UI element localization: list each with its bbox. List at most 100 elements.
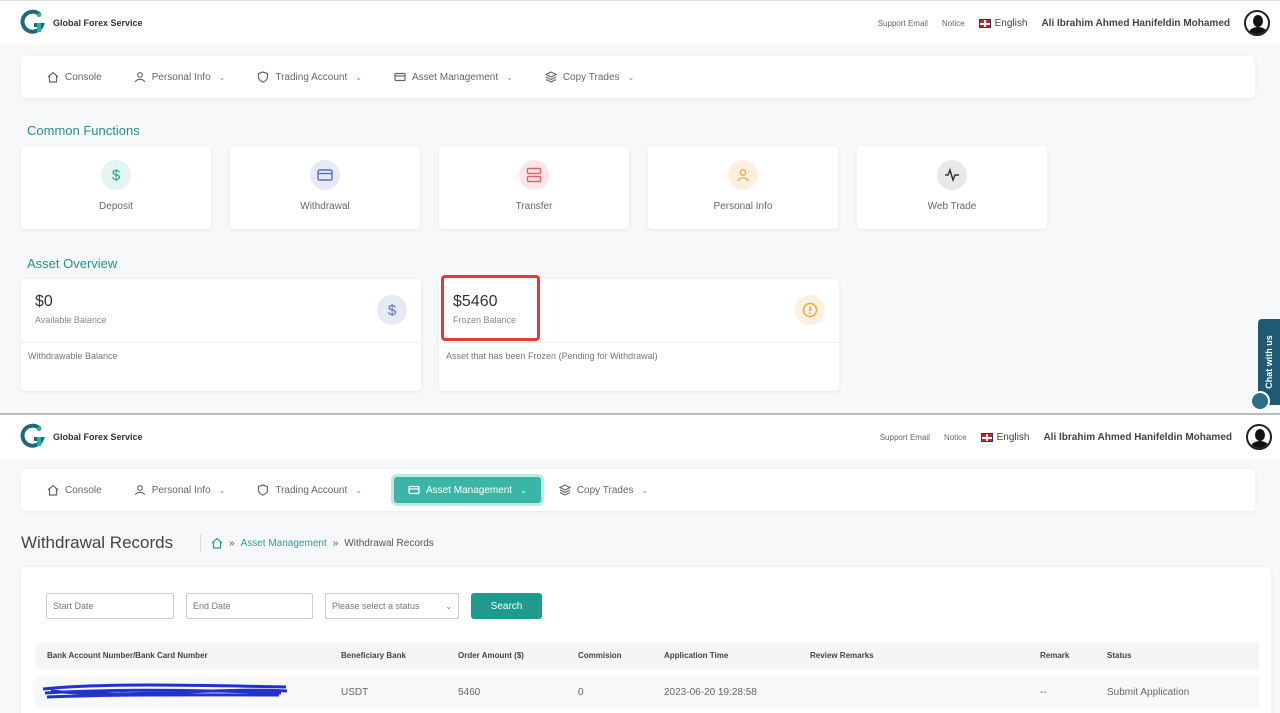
asset-overview-title: Asset Overview bbox=[27, 256, 118, 271]
personal-info-label: Personal Info bbox=[713, 201, 773, 212]
web-trade-card[interactable]: Web Trade bbox=[857, 146, 1047, 229]
dashboard-screen: Global Forex Service Support Email Notic… bbox=[0, 0, 1280, 413]
chat-label: Chat with us bbox=[1264, 335, 1274, 389]
language-selector[interactable]: English bbox=[980, 431, 1030, 443]
chevron-down-icon: ⌄ bbox=[506, 72, 513, 82]
top-bar: Global Forex Service Support Email Notic… bbox=[0, 415, 1280, 459]
nav-console[interactable]: Console bbox=[47, 64, 116, 90]
card-icon bbox=[394, 72, 406, 82]
annotation-highlight bbox=[441, 275, 540, 341]
end-date-field[interactable]: End Date bbox=[186, 593, 313, 619]
nav-personal-info[interactable]: Personal Info ⌄ bbox=[134, 477, 240, 503]
withdrawal-label: Withdrawal bbox=[300, 201, 350, 212]
nav-trading-account[interactable]: Trading Account ⌄ bbox=[257, 477, 376, 503]
nav-trading-account-label: Trading Account bbox=[275, 71, 348, 83]
search-button[interactable]: Search bbox=[471, 593, 542, 619]
nav-trading-account-label: Trading Account bbox=[275, 484, 348, 496]
personal-info-card[interactable]: Personal Info bbox=[648, 146, 838, 229]
breadcrumb-current: Withdrawal Records bbox=[344, 537, 434, 549]
breadcrumb-separator: » bbox=[332, 537, 339, 549]
language-selector[interactable]: English bbox=[978, 17, 1028, 29]
breadcrumb-separator: » bbox=[229, 537, 235, 549]
nav-personal-info-label: Personal Info bbox=[151, 71, 211, 83]
home-icon bbox=[47, 71, 59, 83]
divider bbox=[439, 342, 839, 343]
uk-flag-icon bbox=[978, 18, 991, 28]
language-label: English bbox=[996, 431, 1030, 443]
chevron-down-icon: ⌄ bbox=[355, 72, 362, 82]
dollar-icon: $ bbox=[377, 295, 407, 325]
top-bar: Global Forex Service Support Email Notic… bbox=[0, 1, 1280, 45]
chevron-down-icon: ⌄ bbox=[641, 485, 649, 495]
cell-remark: -- bbox=[1040, 687, 1047, 698]
home-icon[interactable] bbox=[211, 537, 223, 549]
column-header: Review Remarks bbox=[810, 651, 874, 660]
status-select[interactable]: Please select a status ⌄ bbox=[325, 593, 459, 619]
main-nav: Console Personal Info ⌄ Trading Account … bbox=[21, 469, 1255, 511]
chevron-down-icon: ⌄ bbox=[218, 485, 226, 495]
user-name[interactable]: Ali Ibrahim Ahmed Hanifeldin Mohamed bbox=[1043, 432, 1232, 443]
nav-asset-management[interactable]: Asset Management ⌄ bbox=[394, 64, 527, 90]
user-name[interactable]: Ali Ibrahim Ahmed Hanifeldin Mohamed bbox=[1041, 18, 1230, 29]
user-icon bbox=[134, 72, 145, 83]
nav-personal-info[interactable]: Personal Info ⌄ bbox=[134, 64, 240, 90]
column-header: Commision bbox=[578, 651, 622, 660]
table-header: Bank Account Number/Bank Card Number Ben… bbox=[35, 643, 1259, 669]
cell-order-amount: 5460 bbox=[458, 687, 481, 698]
language-label: English bbox=[994, 17, 1028, 29]
web-trade-label: Web Trade bbox=[927, 201, 977, 212]
transfer-card[interactable]: Transfer bbox=[439, 146, 629, 229]
column-header: Bank Account Number/Bank Card Number bbox=[47, 651, 208, 660]
avatar[interactable] bbox=[1246, 424, 1272, 450]
chevron-down-icon: ⌄ bbox=[445, 601, 452, 611]
layers-icon bbox=[544, 71, 557, 83]
nav-asset-management-label: Asset Management bbox=[425, 484, 513, 496]
nav-copy-trades[interactable]: Copy Trades ⌄ bbox=[544, 64, 648, 90]
common-functions-title: Common Functions bbox=[27, 123, 140, 138]
available-balance-description: Withdrawable Balance bbox=[28, 351, 118, 361]
brand-name: Global Forex Service bbox=[53, 18, 143, 28]
nav-trading-account[interactable]: Trading Account ⌄ bbox=[257, 64, 376, 90]
available-balance-card: $0 Available Balance $ Withdrawable Bala… bbox=[21, 279, 421, 391]
cell-application-time: 2023-06-20 19:28:58 bbox=[664, 687, 757, 698]
table-row[interactable]: USDT 5460 0 2023-06-20 19:28:58 -- Submi… bbox=[35, 677, 1259, 707]
home-icon bbox=[47, 484, 59, 496]
nav-console-label: Console bbox=[65, 71, 102, 83]
page-title: Withdrawal Records bbox=[21, 533, 174, 552]
transfer-label: Transfer bbox=[515, 201, 553, 212]
brand-logo[interactable] bbox=[20, 9, 46, 35]
breadcrumb-asset-management[interactable]: Asset Management bbox=[241, 538, 327, 549]
support-email-link[interactable]: Support Email bbox=[878, 19, 928, 28]
nav-console[interactable]: Console bbox=[47, 477, 116, 503]
withdrawal-card[interactable]: Withdrawal bbox=[230, 146, 420, 229]
chat-bubble-icon[interactable] bbox=[1250, 391, 1270, 411]
nav-copy-trades[interactable]: Copy Trades ⌄ bbox=[558, 477, 662, 503]
deposit-label: Deposit bbox=[99, 201, 133, 212]
deposit-card[interactable]: $ Deposit bbox=[21, 146, 211, 229]
alert-circle-icon bbox=[795, 295, 825, 325]
cell-status: Submit Application bbox=[1107, 687, 1190, 698]
column-header: Beneficiary Bank bbox=[341, 651, 406, 660]
column-header: Status bbox=[1107, 651, 1132, 660]
transfer-icon bbox=[519, 160, 549, 190]
chevron-down-icon: ⌄ bbox=[520, 485, 527, 495]
column-header: Remark bbox=[1040, 651, 1070, 660]
card-icon bbox=[408, 485, 420, 495]
activity-icon bbox=[937, 160, 967, 190]
user-icon bbox=[728, 160, 758, 190]
avatar[interactable] bbox=[1244, 10, 1270, 36]
notice-link[interactable]: Notice bbox=[942, 19, 965, 28]
shield-icon bbox=[258, 71, 269, 83]
main-nav: Console Personal Info ⌄ Trading Account … bbox=[21, 56, 1255, 98]
nav-copy-trades-label: Copy Trades bbox=[562, 71, 620, 83]
column-header: Application Time bbox=[664, 651, 729, 660]
brand-logo[interactable] bbox=[20, 423, 46, 449]
nav-asset-management[interactable]: Asset Management ⌄ bbox=[393, 477, 541, 503]
redaction-scribble bbox=[42, 683, 288, 699]
start-date-field[interactable]: Start Date bbox=[46, 593, 174, 619]
nav-copy-trades-label: Copy Trades bbox=[576, 484, 634, 496]
support-email-link[interactable]: Support Email bbox=[880, 433, 930, 442]
notice-link[interactable]: Notice bbox=[944, 433, 967, 442]
available-balance-amount: $0 bbox=[35, 293, 53, 310]
shield-icon bbox=[258, 484, 269, 496]
